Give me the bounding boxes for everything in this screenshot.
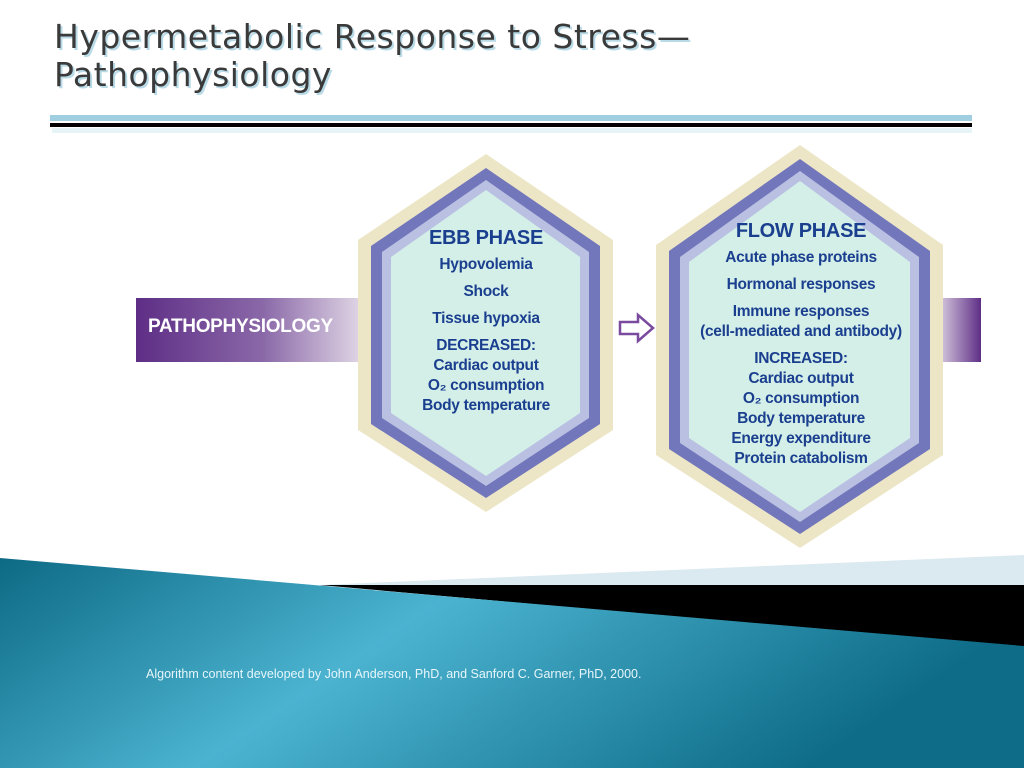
ebb-item: Shock: [463, 283, 509, 300]
footer-pale-band: [320, 555, 1024, 590]
ebb-phase-text: EBB PHASE Hypovolemia Shock Tissue hypox…: [396, 225, 576, 416]
flow-item: Acute phase proteins: [725, 249, 877, 266]
flow-heading: FLOW PHASE: [735, 220, 867, 242]
ebb-item: Hypovolemia: [439, 256, 533, 273]
flow-change: Protein catabolism: [734, 450, 868, 467]
hollow-right-arrow-icon: [618, 312, 655, 344]
flow-change: Energy expenditure: [731, 430, 871, 447]
ebb-change-label: DECREASED:: [436, 337, 536, 354]
flow-change: O₂ consumption: [742, 390, 860, 407]
ebb-change: Cardiac output: [433, 357, 539, 374]
flow-change: Cardiac output: [748, 370, 854, 387]
ebb-change: O₂ consumption: [427, 377, 545, 394]
ebb-item: Tissue hypoxia: [432, 310, 540, 327]
flow-phase-text: FLOW PHASE Acute phase proteins Hormonal…: [690, 218, 912, 469]
banner-label: PATHOPHYSIOLOGY: [148, 316, 333, 337]
flow-item: Immune responses (cell-mediated and anti…: [700, 303, 902, 340]
ebb-heading: EBB PHASE: [429, 227, 543, 249]
flow-item: Hormonal responses: [726, 276, 876, 293]
flow-change-label: INCREASED:: [754, 350, 848, 367]
footer-credit: Algorithm content developed by John Ande…: [146, 667, 642, 681]
flow-change: Body temperature: [737, 410, 865, 427]
ebb-change: Body temperature: [422, 397, 550, 414]
